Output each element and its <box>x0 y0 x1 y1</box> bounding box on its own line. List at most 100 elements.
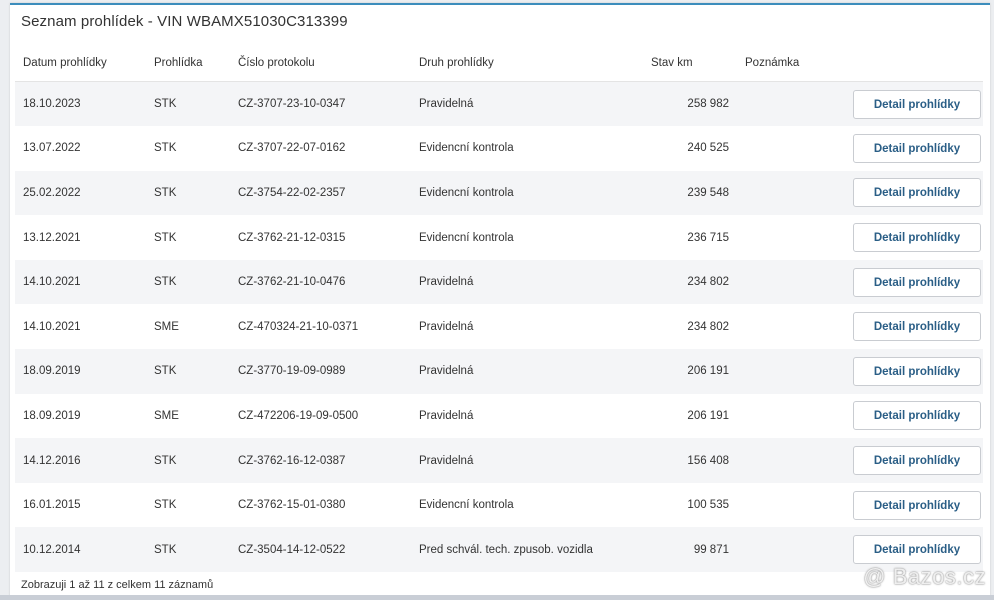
cell-protocol-number: CZ-3762-16-12-0387 <box>238 454 346 467</box>
cell-protocol-number: CZ-3707-22-07-0162 <box>238 142 346 155</box>
cell-date: 18.09.2019 <box>23 365 81 378</box>
cell-inspection-kind: Pred schvál. tech. zpusob. vozidla <box>419 543 593 556</box>
cell-inspection-type: STK <box>154 499 177 512</box>
cell-odometer: 206 191 <box>687 409 729 422</box>
cell-protocol-number: CZ-3504-14-12-0522 <box>238 543 346 556</box>
pagination-info: Zobrazuji 1 až 11 z celkem 11 záznamů <box>21 579 214 591</box>
column-header-date[interactable]: Datum prohlídky <box>15 45 146 82</box>
cell-note <box>737 82 827 127</box>
cell-odometer: 100 535 <box>687 499 729 512</box>
detail-inspection-button[interactable]: Detail prohlídky <box>853 535 981 565</box>
cell-odometer: 240 525 <box>687 142 729 155</box>
detail-inspection-button[interactable]: Detail prohlídky <box>853 223 981 253</box>
cell-inspection-type: STK <box>154 543 177 556</box>
inspection-table: Datum prohlídky Prohlídka Číslo protokol… <box>15 45 983 573</box>
cell-odometer: 99 871 <box>693 543 729 556</box>
cell-actions: Detail prohlídky <box>827 260 983 305</box>
detail-inspection-button[interactable]: Detail prohlídky <box>853 89 981 119</box>
cell-actions: Detail prohlídky <box>827 483 983 528</box>
column-header-kind[interactable]: Druh prohlídky <box>411 45 643 82</box>
table-row: 14.10.2021 STK CZ-3762-21-10-0476 Pravideln… <box>15 259 983 305</box>
table-row: 14.10.2021 SME CZ-470324-21-10-0371 Pravide… <box>15 304 983 350</box>
table-body: 18.10.2023 STK CZ-3707-23-10-0347 Pravideln… <box>15 81 983 573</box>
table-row: 25.02.2022 STK CZ-3754-22-02-2357 Evidencní… <box>15 170 983 216</box>
cell-odometer: 236 715 <box>687 231 729 244</box>
cell-date: 13.12.2021 <box>23 231 81 244</box>
cell-inspection-kind: Pravidelná <box>419 365 474 378</box>
cell-inspection-kind: Pravidelná <box>419 409 474 422</box>
cell-protocol-number: CZ-3770-19-09-0989 <box>238 365 346 378</box>
cell-inspection-kind: Pravidelná <box>419 276 474 289</box>
detail-inspection-button[interactable]: Detail prohlídky <box>853 267 981 297</box>
cell-date: 18.09.2019 <box>23 409 81 422</box>
column-header-km[interactable]: Stav km <box>643 45 737 82</box>
cell-inspection-type: STK <box>154 365 177 378</box>
detail-inspection-button[interactable]: Detail prohlídky <box>853 446 981 476</box>
table-row: 13.12.2021 STK CZ-3762-21-12-0315 Evidencní… <box>15 215 983 260</box>
cell-inspection-type: STK <box>154 142 177 155</box>
table-row: 18.09.2019 SME CZ-472206-19-09-0500 Pravide… <box>15 393 983 439</box>
cell-date: 18.10.2023 <box>23 98 81 111</box>
column-header-actions <box>827 45 983 82</box>
detail-inspection-button[interactable]: Detail prohlídky <box>853 401 981 431</box>
detail-inspection-button[interactable]: Detail prohlídky <box>853 312 981 342</box>
cell-inspection-kind: Evidencní kontrola <box>419 499 514 512</box>
column-header-note[interactable]: Poznámka <box>737 45 827 82</box>
cell-protocol-number: CZ-470324-21-10-0371 <box>238 320 359 333</box>
cell-inspection-type: STK <box>154 454 177 467</box>
table-row: 16.01.2015 STK CZ-3762-15-01-0380 Evidencní… <box>15 482 983 528</box>
cell-note <box>737 527 827 572</box>
cell-odometer: 206 191 <box>687 365 729 378</box>
cell-actions: Detail prohlídky <box>827 215 983 260</box>
cell-actions: Detail prohlídky <box>827 82 983 127</box>
cell-inspection-type: SME <box>154 409 179 422</box>
column-header-protocol[interactable]: Číslo protokolu <box>230 45 411 82</box>
cell-note <box>737 215 827 260</box>
cell-inspection-kind: Evidencní kontrola <box>419 231 514 244</box>
cell-date: 14.10.2021 <box>23 320 81 333</box>
cell-actions: Detail prohlídky <box>827 126 983 171</box>
cell-date: 10.12.2014 <box>23 543 81 556</box>
bazos-watermark-logo: @ Bazos.cz <box>863 564 986 589</box>
cell-protocol-number: CZ-3707-23-10-0347 <box>238 98 346 111</box>
cell-date: 14.12.2016 <box>23 454 81 467</box>
inspection-list-panel: Seznam prohlídek - VIN WBAMX51030C313399… <box>10 3 990 597</box>
cell-note <box>737 171 827 216</box>
cell-inspection-type: STK <box>154 276 177 289</box>
detail-inspection-button[interactable]: Detail prohlídky <box>853 178 981 208</box>
detail-inspection-button[interactable]: Detail prohlídky <box>853 133 981 163</box>
cell-note <box>737 260 827 305</box>
cell-protocol-number: CZ-3762-21-10-0476 <box>238 276 346 289</box>
cell-odometer: 258 982 <box>687 98 729 111</box>
cell-actions: Detail prohlídky <box>827 394 983 439</box>
cell-protocol-number: CZ-3754-22-02-2357 <box>238 186 346 199</box>
cell-inspection-kind: Pravidelná <box>419 320 474 333</box>
table-header: Datum prohlídky Prohlídka Číslo protokol… <box>15 45 983 82</box>
panel-title: Seznam prohlídek - VIN WBAMX51030C313399 <box>21 13 348 30</box>
cell-actions: Detail prohlídky <box>827 304 983 349</box>
cell-protocol-number: CZ-472206-19-09-0500 <box>238 409 359 422</box>
cell-inspection-kind: Evidencní kontrola <box>419 142 514 155</box>
inspection-table-wrapper: Datum prohlídky Prohlídka Číslo protokol… <box>15 45 983 573</box>
cell-actions: Detail prohlídky <box>827 438 983 483</box>
cell-inspection-kind: Evidencní kontrola <box>419 186 514 199</box>
cell-odometer: 156 408 <box>687 454 729 467</box>
cell-note <box>737 394 827 439</box>
detail-inspection-button[interactable]: Detail prohlídky <box>853 490 981 520</box>
detail-inspection-button[interactable]: Detail prohlídky <box>853 356 981 386</box>
cell-odometer: 239 548 <box>687 186 729 199</box>
cell-inspection-type: STK <box>154 186 177 199</box>
cell-date: 13.07.2022 <box>23 142 81 155</box>
table-row: 10.12.2014 STK CZ-3504-14-12-0522 Pred schv… <box>15 527 983 573</box>
cell-inspection-type: SME <box>154 320 179 333</box>
cell-note <box>737 438 827 483</box>
cell-date: 14.10.2021 <box>23 276 81 289</box>
cell-date: 16.01.2015 <box>23 499 81 512</box>
cell-odometer: 234 802 <box>687 320 729 333</box>
cell-actions: Detail prohlídky <box>827 171 983 216</box>
cell-odometer: 234 802 <box>687 276 729 289</box>
cell-inspection-kind: Pravidelná <box>419 454 474 467</box>
cell-inspection-type: STK <box>154 231 177 244</box>
cell-actions: Detail prohlídky <box>827 349 983 394</box>
column-header-type[interactable]: Prohlídka <box>146 45 230 82</box>
